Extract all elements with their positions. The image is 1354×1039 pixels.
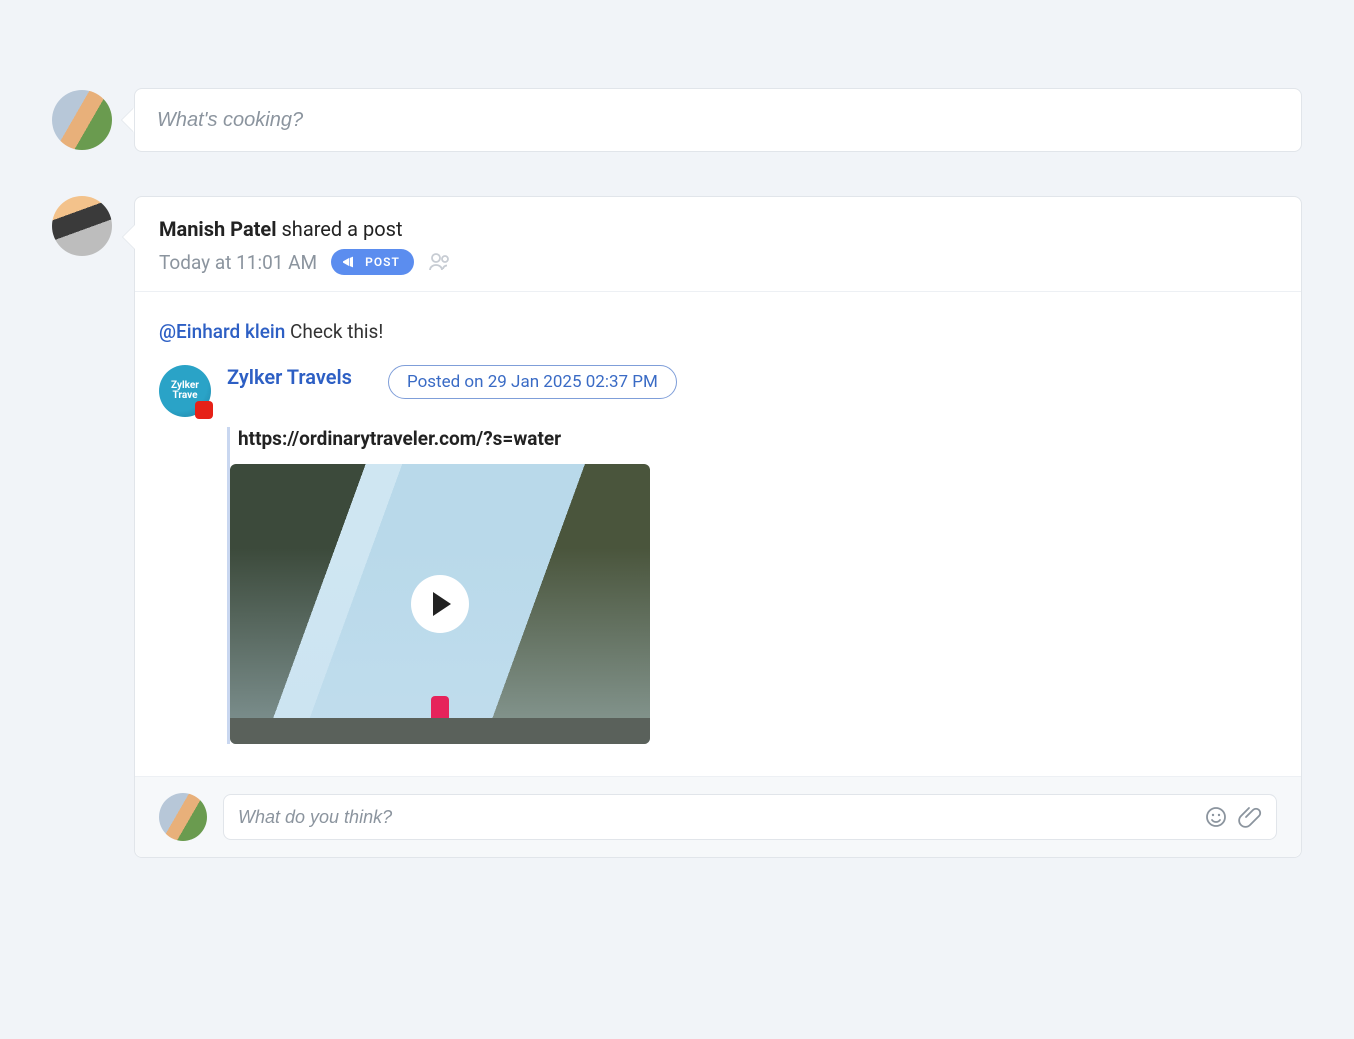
post-row: Manish Patel shared a post Today at 11:0… [52, 196, 1302, 858]
post-type-badge: POST [331, 249, 414, 275]
brand-name[interactable]: Zylker Travels [227, 365, 352, 389]
embed-url[interactable]: https://ordinarytraveler.com/?s=water [230, 427, 1277, 450]
embed-content: https://ordinarytraveler.com/?s=water [227, 427, 1277, 744]
video-thumbnail[interactable] [230, 464, 650, 744]
post-card: Manish Patel shared a post Today at 11:0… [134, 196, 1302, 858]
post-pointer [123, 225, 135, 249]
post-meta-line: Today at 11:01 AM POST [159, 249, 1277, 275]
comment-avatar[interactable] [159, 793, 207, 841]
brand-avatar[interactable]: ZylkerTrave [159, 365, 211, 417]
post-action-text: shared a post [281, 217, 402, 241]
play-button[interactable] [411, 575, 469, 633]
post-timestamp: Today at 11:01 AM [159, 251, 317, 274]
compose-box[interactable] [134, 88, 1302, 152]
composer-wrap [134, 88, 1302, 152]
emoji-icon[interactable] [1204, 805, 1228, 829]
megaphone-icon [341, 254, 357, 270]
post-body: @Einhard klein Check this! ZylkerTrave Z… [135, 292, 1301, 776]
thumb-person [431, 696, 449, 718]
post-type-label: POST [365, 255, 400, 269]
post-header: Manish Patel shared a post Today at 11:0… [135, 197, 1301, 292]
thumb-ground [230, 718, 650, 744]
mention-link[interactable]: @Einhard klein [159, 320, 285, 343]
compose-input[interactable] [157, 109, 1279, 132]
audience-icon[interactable] [428, 250, 452, 274]
embed-header: ZylkerTrave Zylker Travels Posted on 29 … [159, 365, 1277, 417]
comment-box[interactable] [223, 794, 1277, 840]
comment-footer [135, 776, 1301, 857]
post-author-avatar[interactable] [52, 196, 112, 256]
comment-input[interactable] [238, 807, 1194, 828]
post-title-line: Manish Patel shared a post [159, 217, 1277, 241]
post-text-rest: Check this! [290, 320, 383, 343]
attachment-icon[interactable] [1238, 805, 1262, 829]
avatar[interactable] [52, 90, 112, 150]
speech-pointer [122, 108, 134, 132]
composer-row [52, 88, 1302, 152]
posted-on-pill: Posted on 29 Jan 2025 02:37 PM [388, 365, 677, 399]
post-text: @Einhard klein Check this! [159, 320, 1277, 343]
post-author-name[interactable]: Manish Patel [159, 217, 277, 241]
